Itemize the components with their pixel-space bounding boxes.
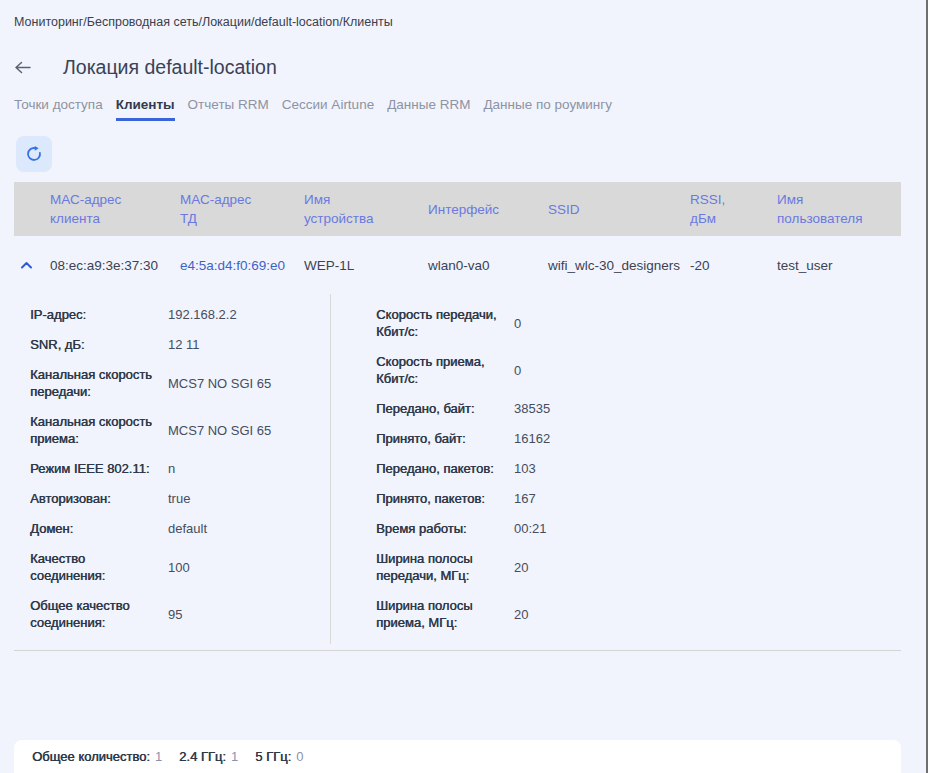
cell-ssid: wifi_wlc-30_designers: [548, 258, 690, 273]
detail-snr: SNR, дБ: 12 11: [30, 336, 330, 353]
detail-rx-bandwidth: Ширина полосы приема, МГц: 20: [376, 597, 901, 631]
detail-rx-packets: Принято, пакетов: 167: [376, 490, 901, 507]
detail-common-link-quality: Общее качество соединения: 95: [30, 597, 330, 631]
detail-rx-rate: Скорость приема, Кбит/с: 0: [376, 353, 901, 387]
clients-table: МАС-адрес клиента МАС-адрес ТД Имя устро…: [14, 182, 901, 651]
col-client-mac[interactable]: МАС-адрес клиента: [50, 190, 180, 228]
tab-rrm-data[interactable]: Данные RRM: [387, 97, 470, 121]
chevron-up-icon: [20, 259, 33, 272]
detail-ieee-mode: Режим IEEE 802.11: n: [30, 460, 330, 477]
summary-5-ghz: 5 ГГц: 0: [255, 749, 303, 764]
col-device-name[interactable]: Имя устройства: [304, 190, 428, 228]
col-interface[interactable]: Интерфейс: [428, 200, 548, 219]
tab-roaming-data[interactable]: Данные по роумингу: [483, 97, 612, 121]
tab-clients[interactable]: Клиенты: [116, 97, 175, 121]
col-ap-mac[interactable]: МАС-адрес ТД: [180, 190, 304, 228]
cell-interface: wlan0-va0: [428, 258, 548, 273]
cell-client-mac: 08:ec:a9:3e:37:30: [50, 258, 180, 273]
tab-rrm-reports[interactable]: Отчеты RRM: [188, 97, 269, 121]
tab-bar: Точки доступа Клиенты Отчеты RRM Сессии …: [14, 94, 901, 121]
detail-domain: Домен: default: [30, 520, 330, 537]
tab-airtune-sessions[interactable]: Сессии Airtune: [282, 97, 374, 121]
refresh-icon: [25, 145, 43, 163]
breadcrumb: Мониторинг/Беспроводная сеть/Локации/def…: [14, 0, 901, 29]
detail-tx-bandwidth: Ширина полосы передачи, МГц: 20: [376, 550, 901, 584]
tab-access-points[interactable]: Точки доступа: [14, 97, 103, 121]
detail-tx-channel-rate: Канальная скорость передачи: MCS7 NO SGI…: [30, 366, 330, 400]
page-title: Локация default-location: [63, 56, 277, 79]
col-ssid[interactable]: SSID: [548, 200, 690, 219]
col-username[interactable]: Имя пользователя: [777, 190, 901, 228]
detail-tx-packets: Передано, пакетов: 103: [376, 460, 901, 477]
cell-rssi: -20: [690, 258, 777, 273]
detail-ip-address: IP-адрес: 192.168.2.2: [30, 306, 330, 323]
detail-tx-rate: Скорость передачи, Кбит/с: 0: [376, 306, 901, 340]
detail-uptime: Время работы: 00:21: [376, 520, 901, 537]
cell-username: test_user: [777, 258, 901, 273]
detail-authorized: Авторизован: true: [30, 490, 330, 507]
detail-rx-channel-rate: Канальная скорость приема: MCS7 NO SGI 6…: [30, 413, 330, 447]
detail-rx-bytes: Принято, байт: 16162: [376, 430, 901, 447]
col-rssi[interactable]: RSSI, дБм: [690, 190, 777, 228]
collapse-row-button[interactable]: [14, 259, 50, 272]
table-row[interactable]: 08:ec:a9:3e:37:30 e4:5a:d4:f0:69:e0 WEP-…: [14, 236, 901, 294]
clients-summary-bar: Общее количество: 1 2.4 ГГц: 1 5 ГГц: 0: [14, 740, 901, 773]
back-arrow-icon[interactable]: [14, 60, 46, 75]
cell-device-name: WEP-1L: [304, 258, 428, 273]
summary-2-4-ghz: 2.4 ГГц: 1: [179, 749, 238, 764]
refresh-button[interactable]: [16, 136, 52, 172]
detail-link-quality: Качество соединения: 100: [30, 550, 330, 584]
client-details-panel: IP-адрес: 192.168.2.2 SNR, дБ: 12 11 Кан…: [14, 294, 901, 651]
detail-tx-bytes: Передано, байт: 38535: [376, 400, 901, 417]
table-header: МАС-адрес клиента МАС-адрес ТД Имя устро…: [14, 182, 901, 236]
summary-total: Общее количество: 1: [32, 749, 162, 764]
cell-ap-mac-link[interactable]: e4:5a:d4:f0:69:e0: [180, 258, 304, 273]
